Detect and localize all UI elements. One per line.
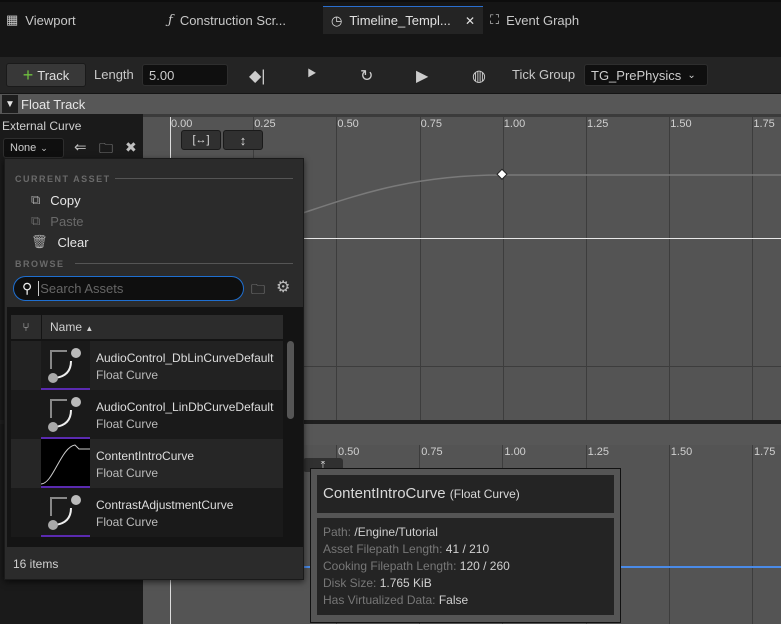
tab-event-graph[interactable]: ⛶ Event Graph — [490, 6, 579, 34]
ruler-tick-label: 0.50 — [338, 446, 360, 458]
menu-copy[interactable]: ⧉ Copy — [31, 192, 81, 208]
close-tab-icon[interactable]: ✕ — [465, 14, 475, 28]
ruler-tick-label: 1.50 — [670, 446, 693, 458]
use-selected-icon[interactable]: ⇐ — [74, 138, 87, 156]
asset-list-item[interactable]: AudioControl_DbLinCurveDefault Float Curv… — [11, 341, 283, 390]
menu-paste[interactable]: ⧉ Paste — [31, 213, 84, 229]
asset-type: Float Curve — [96, 417, 159, 431]
trash-icon: 🗑 — [31, 234, 48, 249]
loop-icon[interactable]: ↻ — [360, 66, 373, 86]
tooltip-title: ContentIntroCurve (Float Curve) — [317, 475, 614, 513]
tick-group-dropdown[interactable]: TG_PrePhysics ⌄ — [584, 64, 708, 86]
asset-list-item[interactable]: ContentIntroCurve Float Curve — [11, 439, 283, 488]
ruler-tick-label: 0.75 — [421, 446, 443, 458]
chevron-down-icon: ⌄ — [40, 142, 48, 153]
asset-name: ContrastAdjustmentCurve — [96, 498, 234, 512]
external-curve-label: External Curve — [2, 119, 82, 133]
curve-asset-icon — [41, 488, 90, 537]
asset-list-item[interactable]: ContrastAdjustmentCurve Float Curve — [11, 488, 283, 537]
menu-clear[interactable]: 🗑 Clear — [31, 234, 89, 250]
ruler-tick-label: 1.00 — [504, 446, 526, 458]
length-input[interactable]: 5.00 — [142, 64, 228, 86]
name-column-header[interactable]: Name ▲ — [42, 315, 283, 339]
chevron-down-icon: ⌄ — [687, 69, 696, 81]
clear-icon[interactable]: ✖ — [125, 139, 137, 156]
settings-gear-icon[interactable]: ⚙ — [276, 277, 290, 297]
ruler-tick-label: 1.25 — [587, 446, 610, 458]
snap-to-keyframe-icon[interactable]: ◆| — [249, 66, 265, 86]
collapse-arrow-icon[interactable]: ▼ — [2, 95, 18, 113]
autoplay-icon[interactable]: ⯈ — [305, 66, 318, 84]
section-browse: BROWSE — [15, 259, 65, 269]
external-curve-dropdown[interactable]: None ⌄ — [3, 138, 64, 158]
grid-line — [668, 445, 670, 624]
asset-name: AudioControl_LinDbCurveDefault — [96, 400, 274, 414]
asset-list-item[interactable]: AudioControl_LinDbCurveDefault Float Curv… — [11, 390, 283, 439]
curve-asset-icon — [41, 390, 90, 439]
tab-viewport[interactable]: ▦ Viewport — [6, 6, 76, 34]
curve-preview-thumbnail — [40, 439, 90, 488]
viewport-icon: ▦ — [6, 12, 19, 27]
replicated-icon[interactable]: ◍ — [472, 66, 486, 86]
tooltip-row: Path: /Engine/Tutorial — [323, 525, 438, 539]
asset-tooltip: ContentIntroCurve (Float Curve) Path: /E… — [310, 468, 621, 623]
grid-line — [752, 445, 753, 624]
function-icon: ƒ — [168, 12, 173, 28]
asset-name: AudioControl_DbLinCurveDefault — [96, 351, 274, 365]
ruler-tick-label: 1.75 — [754, 446, 776, 458]
asset-type: Float Curve — [96, 515, 159, 529]
item-count: 16 items — [13, 557, 59, 571]
asset-type: Float Curve — [96, 466, 159, 480]
sort-ascending-icon: ▲ — [85, 324, 94, 333]
folder-filter-icon[interactable]: 🗀 — [251, 279, 265, 303]
paste-icon: ⧉ — [31, 213, 41, 228]
copy-icon: ⧉ — [31, 192, 41, 207]
plus-icon: + — [22, 64, 34, 85]
add-track-button[interactable]: + Track — [6, 63, 86, 87]
tab-timeline[interactable]: ◷ Timeline_Templ... ✕ — [323, 6, 483, 34]
tab-construction-script[interactable]: ƒ Construction Scr... — [168, 6, 286, 34]
section-current-asset: CURRENT ASSET — [15, 174, 111, 184]
use-last-keyframe-icon[interactable]: ▶ — [416, 66, 428, 86]
tooltip-row: Disk Size: 1.765 KiB — [323, 576, 432, 590]
clock-icon: ◷ — [331, 12, 343, 28]
tooltip-row: Asset Filepath Length: 41 / 210 — [323, 542, 490, 556]
tick-group-label: Tick Group — [512, 67, 576, 82]
length-label: Length — [94, 67, 134, 82]
list-scrollbar[interactable] — [287, 341, 294, 419]
asset-name: ContentIntroCurve — [96, 449, 195, 463]
branch-column-icon[interactable]: ⑂ — [11, 315, 41, 339]
asset-picker-popup: CURRENT ASSET ⧉ Copy ⧉ Paste 🗑 Clear BROWSE… — [4, 158, 304, 580]
tooltip-row: Cooking Filepath Length: 120 / 260 — [323, 559, 510, 573]
search-icon: ⚲ — [22, 280, 33, 296]
tooltip-row: Has Virtualized Data: False — [323, 593, 469, 607]
float-track-header[interactable]: ▼ Float Track — [0, 94, 781, 114]
curve-asset-icon — [41, 341, 90, 390]
keyframe[interactable] — [496, 168, 508, 180]
event-graph-icon: ⛶ — [490, 12, 500, 27]
asset-type: Float Curve — [96, 368, 159, 382]
search-assets-input[interactable]: ⚲ Search Assets — [13, 276, 244, 301]
tab-bar: ▦ Viewport ƒ Construction Scr... ◷ Timeline… — [0, 0, 781, 34]
